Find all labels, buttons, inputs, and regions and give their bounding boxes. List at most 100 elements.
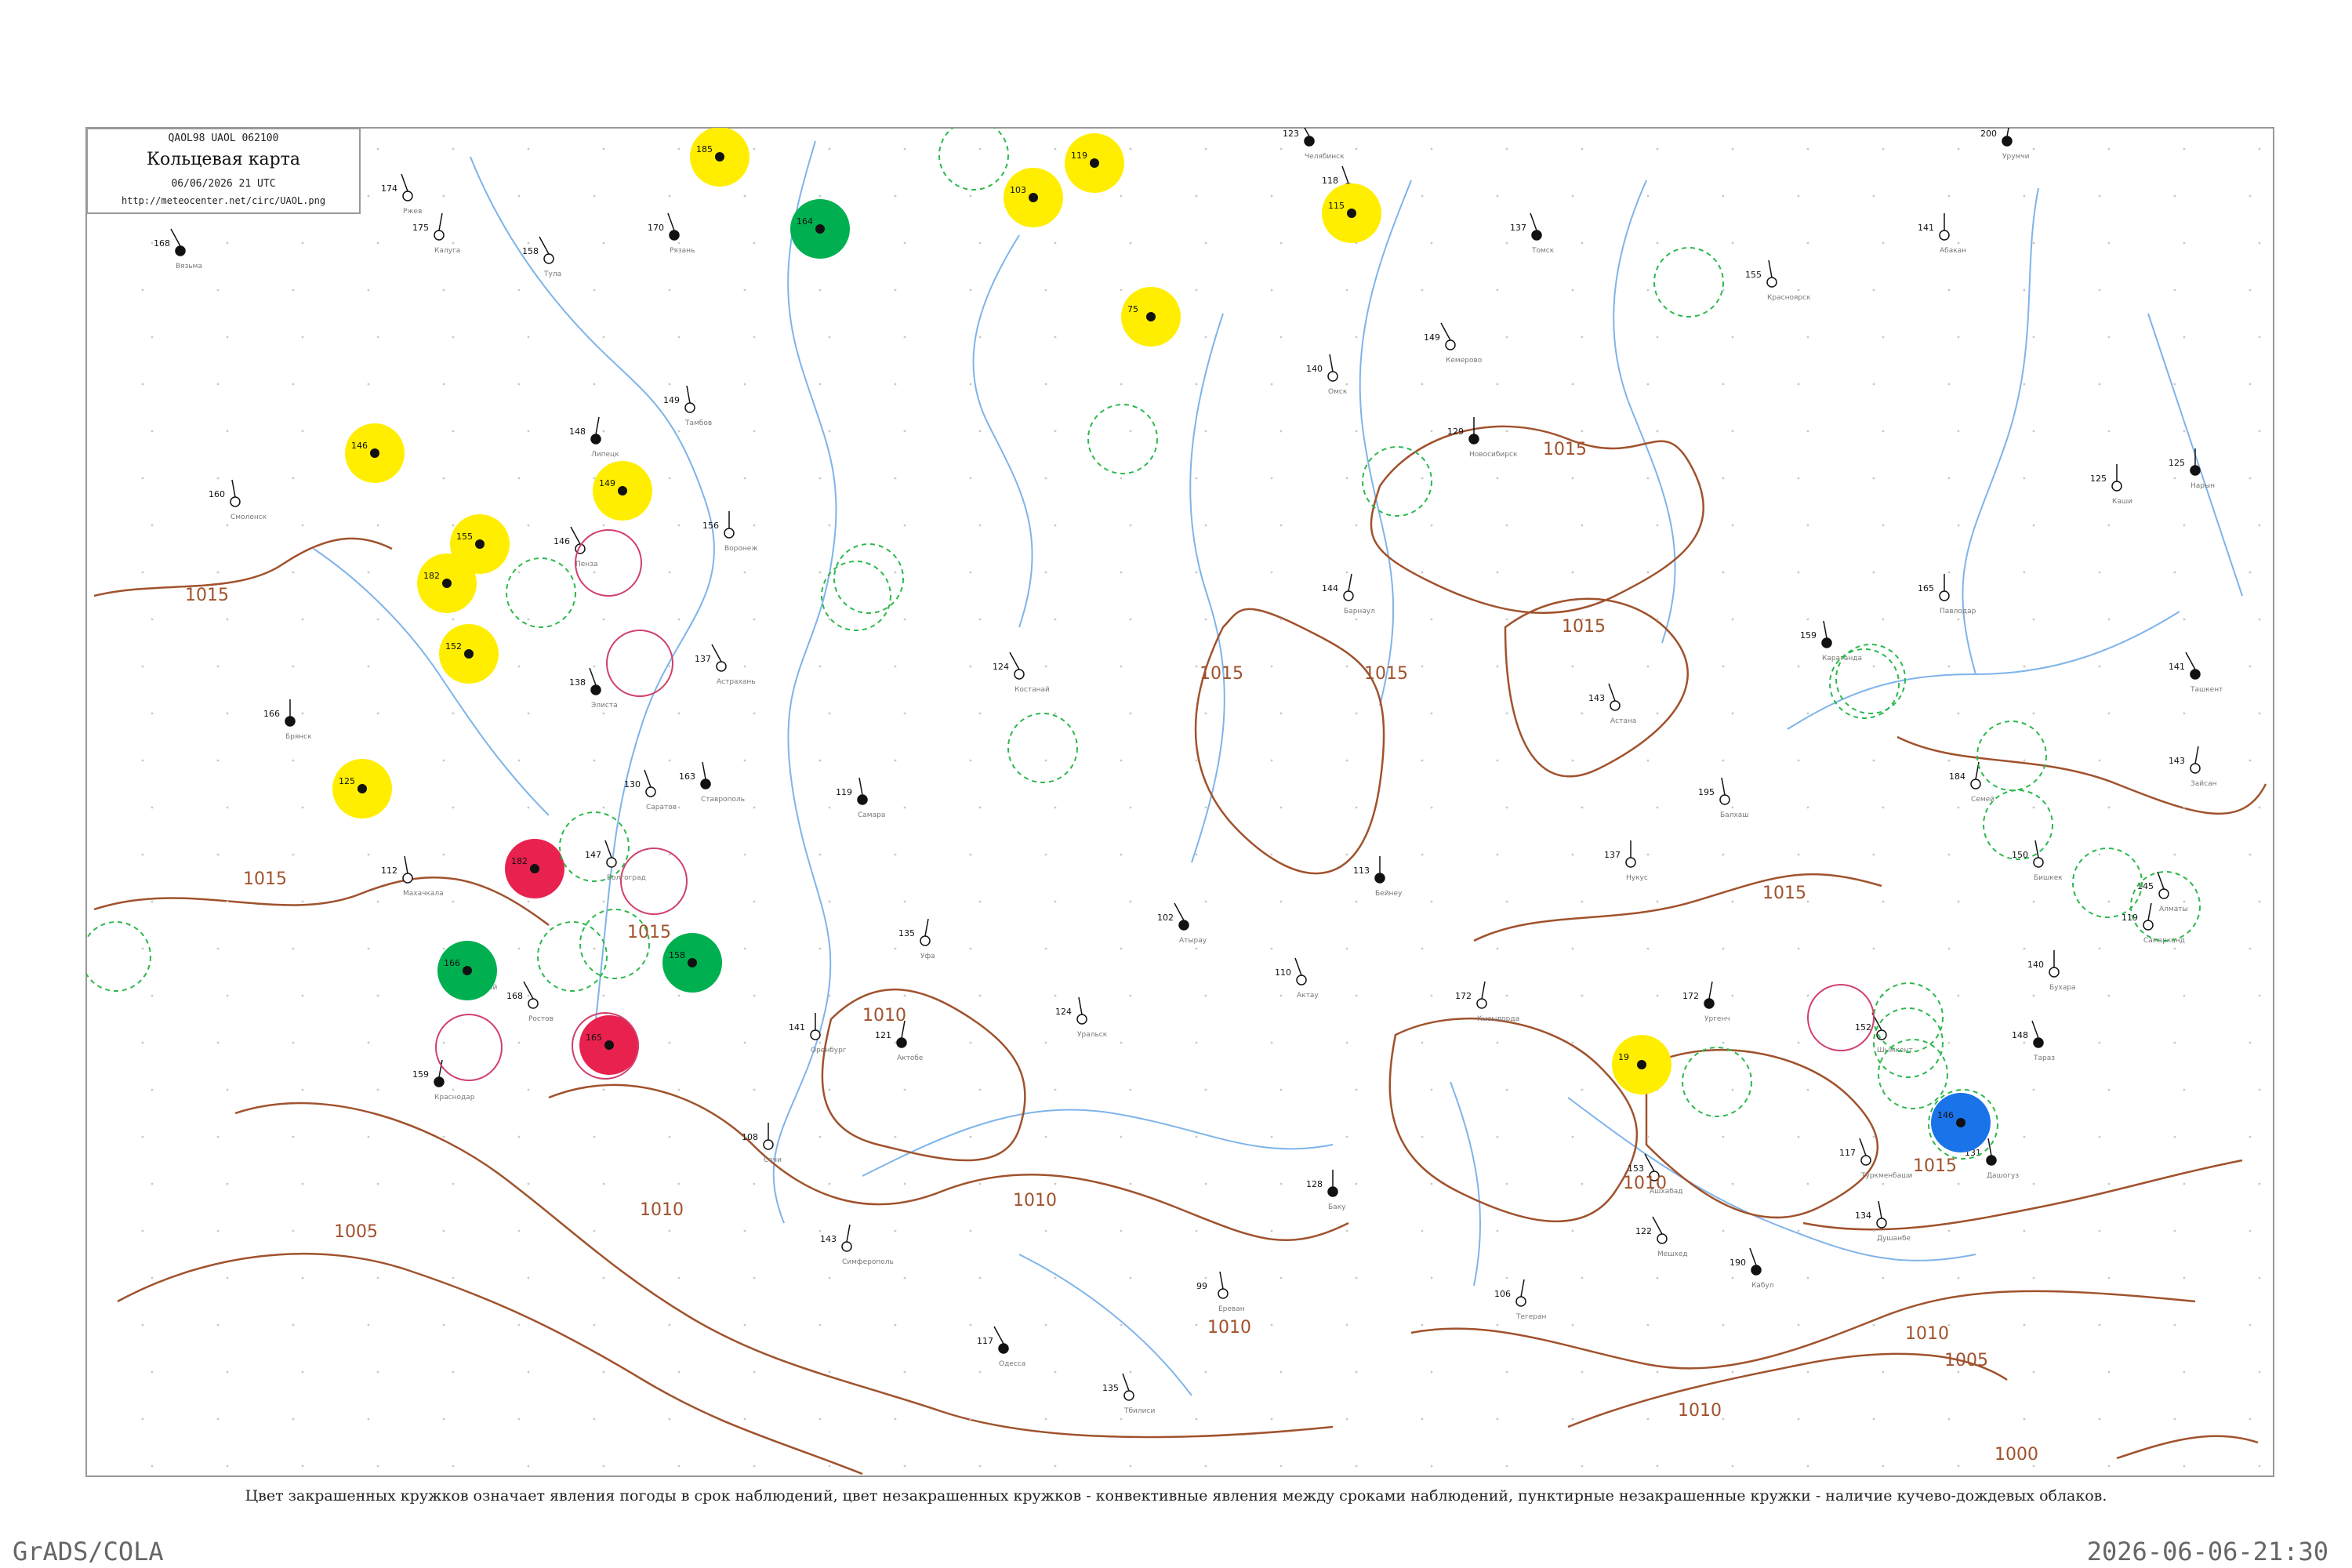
grid-dot [2183, 1465, 2186, 1468]
grid-dot [1204, 1276, 1207, 1279]
grid-dot [1571, 1323, 1574, 1327]
grid-dot [1731, 336, 1734, 339]
grid-dot [1731, 1370, 1734, 1374]
grid-dot [1421, 1417, 1424, 1421]
station-name: Зайсан [2190, 780, 2217, 788]
grid-dot [753, 618, 756, 621]
grid-dot [1054, 1370, 1057, 1374]
grid-dot [2183, 712, 2186, 715]
grid-dot [301, 241, 304, 245]
grid-dot [1120, 1417, 1123, 1421]
grid-dot [1872, 289, 1875, 292]
cloud-cover-symbol [1610, 700, 1621, 711]
grid-dot [1722, 1135, 1725, 1138]
grid-dot [677, 1370, 681, 1374]
grid-dot [301, 1465, 304, 1468]
cloud-cover-symbol [1076, 1014, 1087, 1025]
grid-dot [1204, 900, 1207, 903]
cloud-cover-symbol [1956, 1118, 1965, 1127]
grid-dot [1054, 147, 1057, 151]
grid-dot [1731, 806, 1734, 809]
weather-map: 168 Вязьма 174 Ржев 160 Смоленск 166 Брянск 175 К… [85, 127, 2274, 1477]
grid-dot [226, 430, 229, 433]
cloud-cover-symbol [1218, 1288, 1229, 1299]
cloud-cover-symbol [1719, 794, 1730, 805]
grid-dot [2098, 194, 2101, 198]
grid-dot [1957, 524, 1960, 527]
grid-dot [1279, 1182, 1283, 1185]
grid-dot [1882, 900, 1885, 903]
grid-dot [818, 1229, 822, 1232]
grid-dot [1646, 1417, 1650, 1421]
grid-dot [2249, 289, 2252, 292]
station-name: Шымкент [1877, 1047, 1913, 1054]
grid-dot [1195, 571, 1198, 574]
grid-dot [1044, 383, 1047, 386]
legend-caption: Цвет закрашенных кружков означает явлени… [245, 1487, 2107, 1504]
grid-dot [452, 147, 455, 151]
grid-dot [151, 524, 154, 527]
grid-dot [1656, 1276, 1659, 1279]
grid-dot [1195, 853, 1198, 856]
grid-dot [818, 289, 822, 292]
isobar-label: 1010 [640, 1200, 684, 1220]
station-name: Тула [543, 270, 561, 278]
grid-dot [1496, 1041, 1499, 1044]
grid-dot [2098, 383, 2101, 386]
grid-dot [1120, 477, 1123, 480]
grid-dot [442, 759, 445, 762]
grid-dot [151, 1182, 154, 1185]
grid-dot [1731, 1465, 1734, 1468]
station-name: Красноярск [1767, 294, 1811, 302]
grid-dot [753, 147, 756, 151]
cloud-cover-symbol [464, 649, 474, 659]
grid-dot [1496, 289, 1499, 292]
isobar-label: 1015 [1200, 664, 1243, 684]
grid-dot [1882, 618, 1885, 621]
grid-dot [2023, 194, 2026, 198]
grid-dot [367, 1323, 370, 1327]
grid-dot [1421, 571, 1424, 574]
grid-dot [743, 947, 746, 950]
grid-dot [2107, 618, 2111, 621]
grid-dot [1581, 147, 1584, 151]
grid-dot [1656, 241, 1659, 245]
grid-dot [1279, 336, 1283, 339]
cloud-cover-symbol [604, 1040, 614, 1050]
grid-dot [894, 1323, 897, 1327]
grid-dot [818, 853, 822, 856]
grid-dot [978, 336, 982, 339]
grid-dot [1496, 1135, 1499, 1138]
temperature-value: 108 [742, 1132, 758, 1142]
grid-dot [527, 712, 530, 715]
grid-dot [593, 477, 596, 480]
grid-dot [367, 571, 370, 574]
grid-dot [2258, 147, 2261, 151]
cloud-cover-symbol [2033, 1037, 2044, 1048]
grid-dot [894, 1229, 897, 1232]
isobar-label: 1010 [862, 1006, 906, 1025]
grid-dot [1571, 477, 1574, 480]
grid-dot [216, 665, 220, 668]
green-weather-circle: 158 [662, 933, 722, 993]
grid-dot [668, 1135, 671, 1138]
grid-dot [1882, 147, 1885, 151]
grid-dot [828, 1088, 831, 1091]
temperature-value: 129 [1447, 426, 1464, 437]
station-name: Смоленск [230, 514, 267, 521]
temperature-value: 159 [1800, 630, 1817, 641]
grid-dot [2023, 947, 2026, 950]
grid-dot [1195, 477, 1198, 480]
grid-dot [753, 241, 756, 245]
grid-dot [151, 712, 154, 715]
grid-dot [1044, 853, 1047, 856]
grid-dot [1195, 759, 1198, 762]
grid-dot [1581, 1465, 1584, 1468]
grid-dot [1204, 1182, 1207, 1185]
temperature-value: 143 [820, 1234, 837, 1244]
grid-dot [2183, 1088, 2186, 1091]
grid-dot [527, 806, 530, 809]
grid-dot [452, 430, 455, 433]
grid-dot [743, 1417, 746, 1421]
grid-dot [602, 618, 605, 621]
